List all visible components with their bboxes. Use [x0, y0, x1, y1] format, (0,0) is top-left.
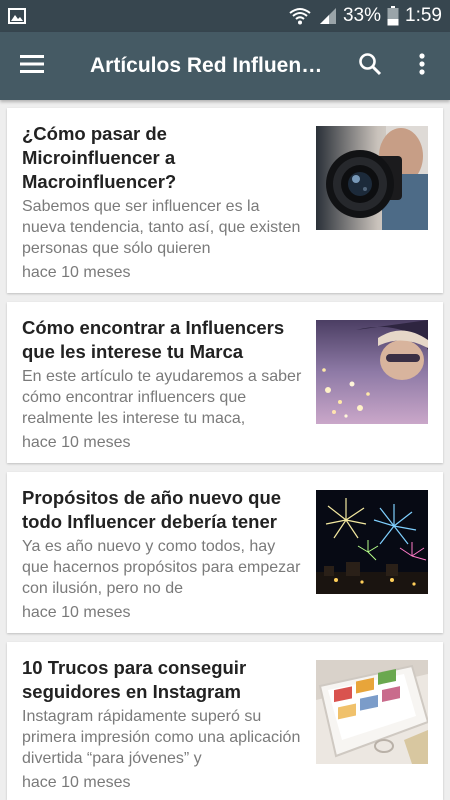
article-text: ¿Cómo pasar de Microinfluencer a Macroin… [22, 122, 302, 283]
article-date: hace 10 meses [22, 604, 131, 621]
wifi-icon [289, 7, 311, 25]
article-excerpt: Ya es año nuevo y como todos, hay que ha… [22, 538, 301, 597]
article-thumbnail [316, 490, 428, 594]
article-card[interactable]: ¿Cómo pasar de Microinfluencer a Macroin… [7, 108, 443, 293]
phone-instagram-image [316, 660, 428, 764]
article-date: hace 10 meses [22, 434, 131, 451]
article-date: hace 10 meses [22, 774, 131, 791]
article-excerpt: Sabemos que ser influencer es la nueva t… [22, 198, 301, 257]
search-icon [358, 52, 382, 81]
battery-percent: 33% [342, 5, 382, 26]
app-bar: Artículos Red Influencers [0, 32, 450, 100]
camera-lens-image [316, 126, 428, 230]
page-title: Artículos Red Influencers [90, 54, 330, 77]
article-text: 10 Trucos para conseguir seguidores en I… [22, 656, 302, 793]
article-text: Propósitos de año nuevo que todo Influen… [22, 486, 302, 623]
article-excerpt: Instagram rápidamente superó su primera … [22, 708, 301, 767]
article-title: Propósitos de año nuevo que todo Influen… [22, 487, 282, 532]
fireworks-image [316, 490, 428, 594]
more-options-button[interactable] [400, 44, 444, 88]
signal-icon [317, 7, 337, 25]
gallery-icon [8, 8, 26, 24]
article-title: Cómo encontrar a Influencers que les int… [22, 317, 285, 362]
menu-button[interactable] [10, 44, 54, 88]
battery-icon [387, 6, 399, 26]
article-title: ¿Cómo pasar de Microinfluencer a Macroin… [22, 123, 177, 192]
hamburger-menu-icon [20, 54, 44, 78]
article-card[interactable]: Cómo encontrar a Influencers que les int… [7, 302, 443, 463]
article-thumbnail [316, 660, 428, 764]
search-button[interactable] [348, 44, 392, 88]
article-text: Cómo encontrar a Influencers que les int… [22, 316, 302, 453]
article-card[interactable]: Propósitos de año nuevo que todo Influen… [7, 472, 443, 633]
article-excerpt: En este artículo te ayudaremos a saber c… [22, 368, 302, 427]
article-thumbnail [316, 126, 428, 230]
status-icons: 33% 1:59 [289, 0, 442, 32]
article-list[interactable]: ¿Cómo pasar de Microinfluencer a Macroin… [0, 100, 450, 800]
article-thumbnail [316, 320, 428, 424]
woman-with-lights-image [316, 320, 428, 424]
status-bar: 33% 1:59 [0, 0, 450, 32]
article-card[interactable]: 10 Trucos para conseguir seguidores en I… [7, 642, 443, 800]
more-vert-icon [419, 52, 425, 80]
clock: 1:59 [405, 5, 442, 26]
article-date: hace 10 meses [22, 264, 131, 281]
article-title: 10 Trucos para conseguir seguidores en I… [22, 657, 247, 702]
